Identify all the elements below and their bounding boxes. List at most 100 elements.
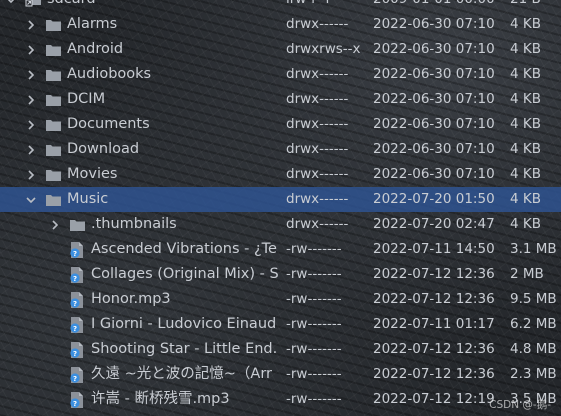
file-row[interactable]: ? 许嵩 - 断桥残雪.mp3 -rw------- 2022-07-12 12:19…	[0, 387, 561, 412]
folder-row[interactable]: Documents drwx------ 2022-06-30 07:10 4 KB	[0, 112, 561, 137]
chevron-right-icon[interactable]	[24, 137, 38, 162]
chevron-right-icon[interactable]	[24, 62, 38, 87]
file-row[interactable]: ? Shooting Star - Little End. -rw------- 20…	[0, 337, 561, 362]
folder-icon	[44, 112, 62, 137]
svg-text:?: ?	[73, 400, 77, 408]
item-date: 2022-07-11 14:50	[373, 241, 495, 257]
folder-row[interactable]: .thumbnails drwx------ 2022-07-20 02:47 4 K…	[0, 212, 561, 237]
folder-icon	[44, 37, 62, 62]
file-row[interactable]: ? Ascended Vibrations - ¿Te -rw------- 2022…	[0, 237, 561, 262]
item-name: Shooting Star - Little End.	[91, 341, 278, 357]
item-permissions: drwx------	[286, 166, 349, 182]
item-size: 4 KB	[510, 216, 541, 232]
chevron-right-icon[interactable]	[24, 12, 38, 37]
item-date: 2022-07-12 12:19	[373, 391, 495, 407]
unknown-file-icon: ?	[68, 362, 86, 387]
item-date: 2022-06-30 07:10	[373, 116, 495, 132]
chevron-right-icon[interactable]	[24, 37, 38, 62]
item-permissions: -rw-------	[286, 341, 342, 357]
folder-row[interactable]: Alarms drwx------ 2022-06-30 07:10 4 KB	[0, 12, 561, 37]
item-date: 2022-07-11 01:17	[373, 316, 495, 332]
item-size: 2 MB	[510, 266, 544, 282]
item-permissions: drwx------	[286, 116, 349, 132]
unknown-file-icon: ?	[68, 312, 86, 337]
item-name: Documents	[67, 116, 150, 132]
file-row[interactable]: ? Collages (Original Mix) - S -rw------- 20…	[0, 262, 561, 287]
item-size: 3.1 MB	[510, 241, 557, 257]
chevron-right-icon[interactable]	[24, 87, 38, 112]
item-permissions: -rw-------	[286, 366, 342, 382]
item-size: 4 KB	[510, 41, 541, 57]
item-size: 9.5 MB	[510, 291, 557, 307]
item-size: 6.2 MB	[510, 316, 557, 332]
item-date: 2022-06-30 07:10	[373, 141, 495, 157]
file-row[interactable]: ? Honor.mp3 -rw------- 2022-07-12 12:36 9.5 …	[0, 287, 561, 312]
unknown-file-icon: ?	[68, 337, 86, 362]
svg-text:?: ?	[73, 250, 77, 258]
svg-text:?: ?	[73, 375, 77, 383]
folder-icon	[44, 87, 62, 112]
svg-text:?: ?	[73, 325, 77, 333]
item-name: Download	[67, 141, 140, 157]
folder-row[interactable]: Android drwxrws--x 2022-06-30 07:10 4 KB	[0, 37, 561, 62]
item-permissions: -rw-------	[286, 266, 342, 282]
item-permissions: drwx------	[286, 16, 349, 32]
svg-text:?: ?	[73, 350, 77, 358]
item-size: 4 KB	[510, 116, 541, 132]
folder-row[interactable]: DCIM drwx------ 2022-06-30 07:10 4 KB	[0, 87, 561, 112]
item-permissions: -rw-------	[286, 241, 342, 257]
item-size: 4 KB	[510, 66, 541, 82]
item-name: Movies	[67, 166, 118, 182]
item-name: Honor.mp3	[91, 291, 171, 307]
item-name: DCIM	[67, 91, 106, 107]
item-date: 2022-07-20 01:50	[373, 191, 495, 207]
chevron-right-icon[interactable]	[24, 112, 38, 137]
item-date: 2022-07-20 02:47	[373, 216, 495, 232]
item-permissions: drwx------	[286, 66, 349, 82]
item-name: Ascended Vibrations - ¿Te	[91, 241, 277, 257]
item-size: 4 KB	[510, 166, 541, 182]
item-date: 2009-01-01 00:00	[373, 0, 500, 12]
chevron-down-icon[interactable]	[4, 0, 18, 12]
item-permissions: lrw-r--r--	[286, 0, 366, 12]
item-size: 21 B	[510, 0, 561, 12]
file-row[interactable]: ? 久遠 ~光と波の記憶~（Arr -rw------- 2022-07-12 12:…	[0, 362, 561, 387]
item-size: 4 KB	[510, 91, 541, 107]
unknown-file-icon: ?	[68, 237, 86, 262]
item-date: 2022-07-12 12:36	[373, 291, 495, 307]
item-name: Android	[67, 41, 124, 57]
folder-row[interactable]: Music drwx------ 2022-07-20 01:50 4 KB	[0, 187, 561, 212]
folder-row[interactable]: Audiobooks drwx------ 2022-06-30 07:10 4 KB	[0, 62, 561, 87]
unknown-file-icon: ?	[68, 262, 86, 287]
item-date: 2022-07-12 12:36	[373, 366, 495, 382]
svg-text:?: ?	[73, 300, 77, 308]
symlink-folder-icon	[24, 0, 42, 12]
item-name: Alarms	[67, 16, 118, 32]
chevron-down-icon[interactable]	[24, 187, 38, 212]
chevron-right-icon[interactable]	[24, 162, 38, 187]
item-size: 4.8 MB	[510, 341, 557, 357]
item-date: 2022-06-30 07:10	[373, 91, 495, 107]
item-permissions: -rw-------	[286, 316, 342, 332]
unknown-file-icon: ?	[68, 287, 86, 312]
folder-row[interactable]: Movies drwx------ 2022-06-30 07:10 4 KB	[0, 162, 561, 187]
item-date: 2022-07-12 12:36	[373, 266, 495, 282]
item-permissions: -rw-------	[286, 391, 342, 407]
item-permissions: -rw-------	[286, 291, 342, 307]
item-size: 2.3 MB	[510, 366, 557, 382]
item-permissions: drwx------	[286, 141, 349, 157]
item-permissions: drwxrws--x	[286, 41, 361, 57]
item-permissions: drwx------	[286, 191, 349, 207]
item-name: Collages (Original Mix) - S	[91, 266, 279, 282]
item-name: sdcard	[47, 0, 280, 12]
folder-icon	[44, 12, 62, 37]
file-row[interactable]: ? I Giorni - Ludovico Einaud -rw------- 202…	[0, 312, 561, 337]
item-date: 2022-06-30 07:10	[373, 16, 495, 32]
item-name: Music	[67, 191, 109, 207]
item-date: 2022-06-30 07:10	[373, 41, 495, 57]
folder-row[interactable]: sdcard lrw-r--r-- 2009-01-01 00:00 21 B	[0, 0, 561, 12]
item-name: Audiobooks	[67, 66, 152, 82]
item-date: 2022-07-12 12:36	[373, 341, 495, 357]
folder-row[interactable]: Download drwx------ 2022-06-30 07:10 4 KB	[0, 137, 561, 162]
chevron-right-icon[interactable]	[48, 212, 62, 237]
